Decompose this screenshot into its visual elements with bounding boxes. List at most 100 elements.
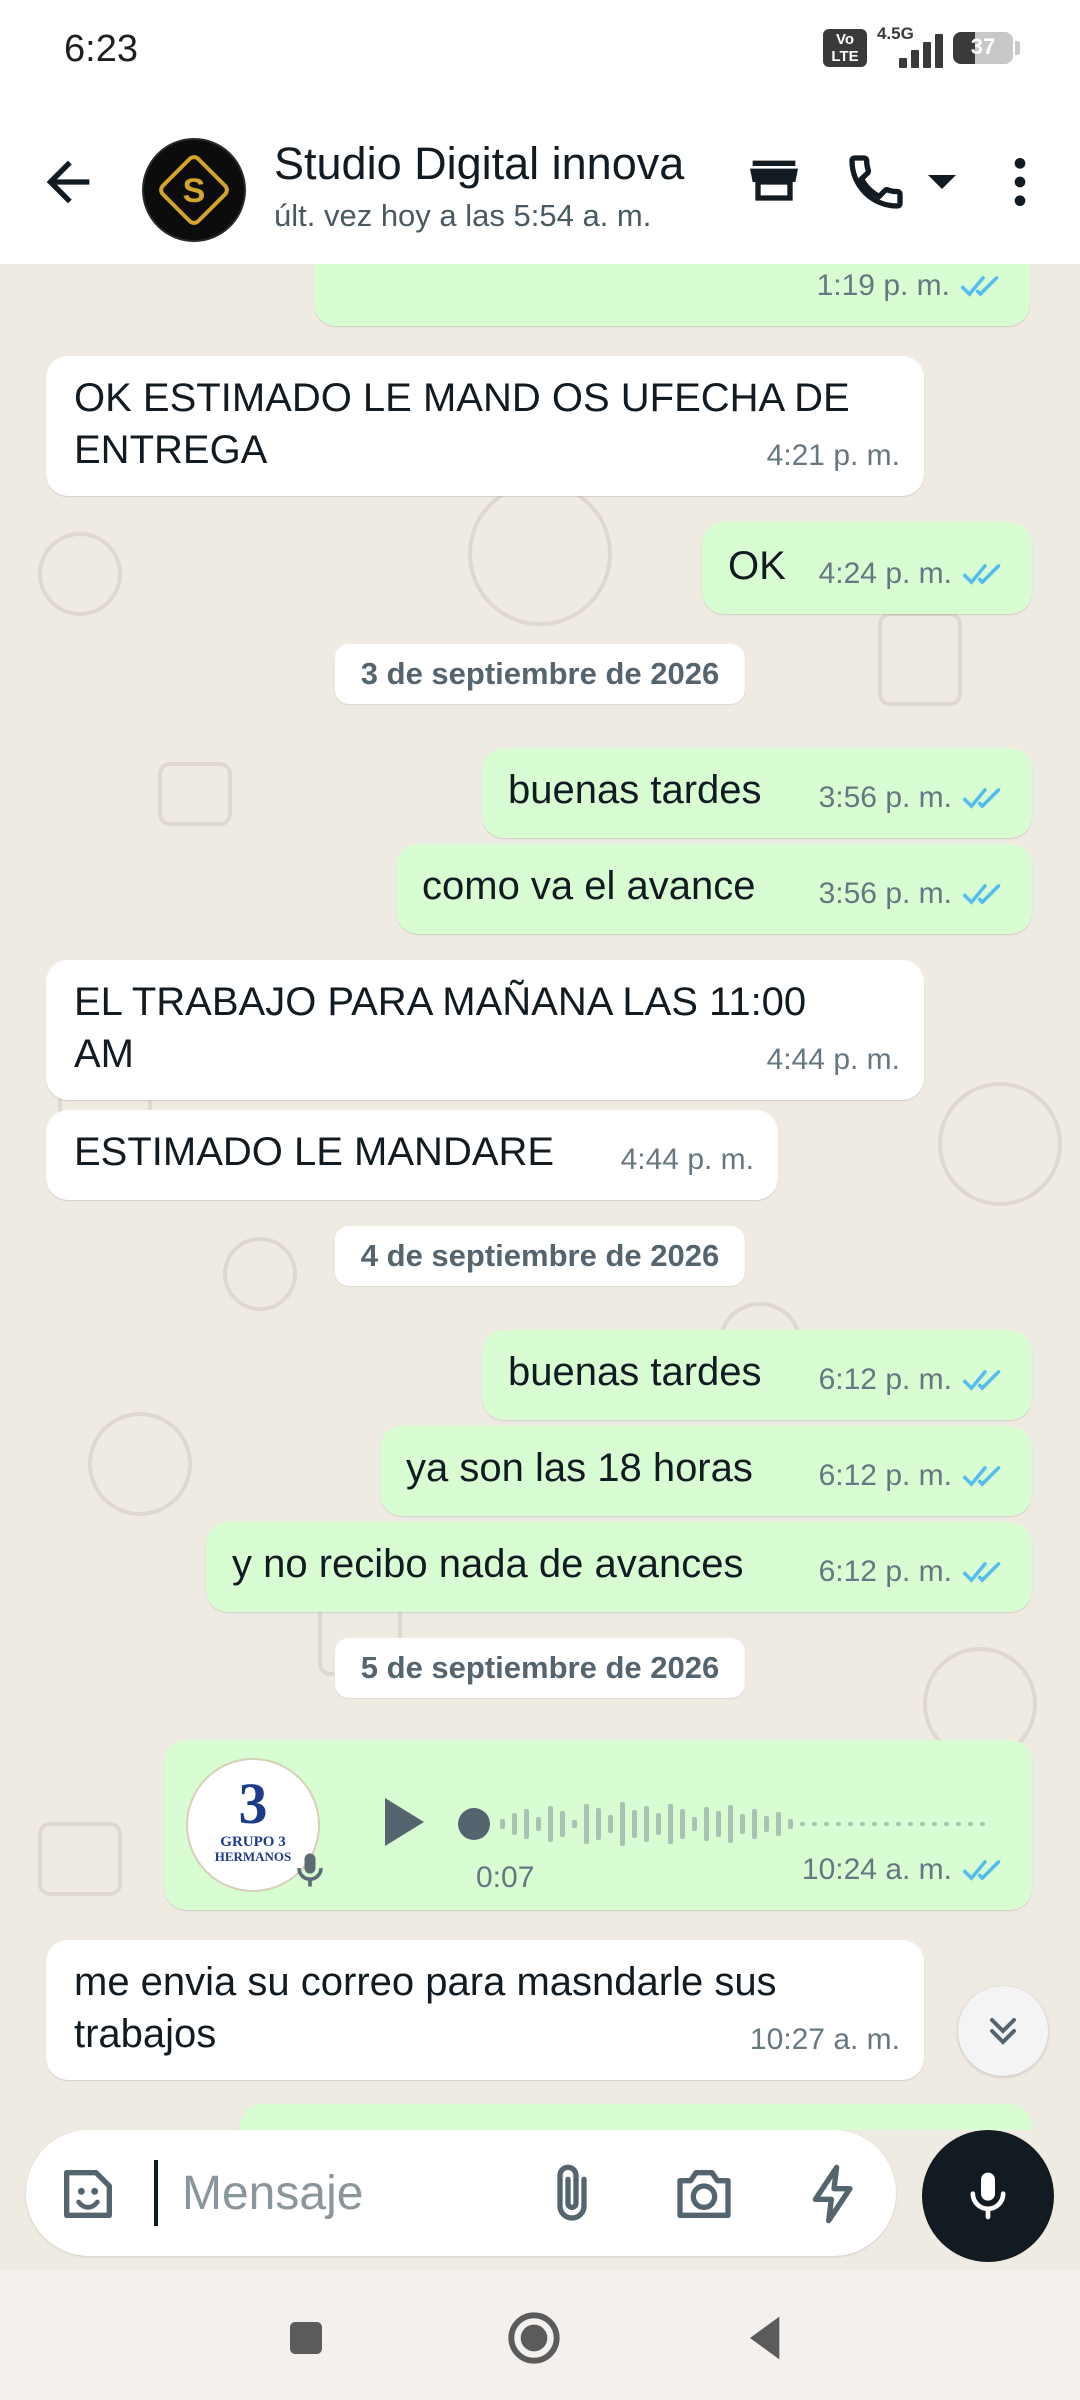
double-check-icon <box>962 1562 1001 1583</box>
waveform-bar <box>800 1822 805 1826</box>
message-incoming[interactable]: me envia su correo para masndarle sus tr… <box>46 1940 924 2080</box>
message-text: EL TRABAJO PARA MAÑANA LAS 11:00 <box>74 980 807 1024</box>
waveform-bar <box>716 1811 721 1837</box>
voice-record-button[interactable] <box>922 2130 1054 2262</box>
message-meta: 6:12 p. m. <box>819 1546 1008 1598</box>
message-outgoing[interactable]: como va el avance 3:56 p. m. <box>396 844 1032 934</box>
waveform-bar <box>728 1805 733 1843</box>
message-input-container[interactable] <box>26 2130 896 2256</box>
message-text: OK ESTIMADO LE MAND OS UFECHA DE <box>74 376 850 420</box>
scroll-to-bottom-button[interactable] <box>958 1986 1048 2076</box>
message-time: 6:12 p. m. <box>818 1363 952 1396</box>
waveform-bar <box>884 1822 889 1826</box>
waveform-bar <box>944 1822 949 1826</box>
waveform-bar <box>596 1808 601 1840</box>
message-outgoing[interactable]: buenas tardes 3:56 p. m. <box>482 748 1032 838</box>
waveform-bar <box>836 1822 841 1826</box>
message-time: 1:19 p. m. <box>816 269 950 302</box>
phone-icon[interactable] <box>844 150 908 214</box>
message-outgoing[interactable]: buenas tardes 6:12 p. m. <box>482 1330 1032 1420</box>
waveform-bar <box>644 1806 649 1842</box>
chevron-double-down-icon <box>989 2017 1017 2045</box>
waveform-bar <box>512 1813 517 1835</box>
waveform-bar <box>536 1817 541 1831</box>
message-outgoing[interactable]: OK 4:24 p. m. <box>702 522 1032 614</box>
signal-icon: 4.5G <box>877 24 943 68</box>
message-meta: 4:24 p. m. <box>819 548 1008 600</box>
status-time: 6:23 <box>64 28 138 70</box>
message-meta: 6:12 p. m. <box>819 1354 1008 1406</box>
nav-recents-icon[interactable] <box>274 2306 338 2370</box>
message-meta: 4:21 p. m. <box>767 430 900 482</box>
battery-level: 37 <box>970 34 996 59</box>
battery-tip <box>1015 41 1020 55</box>
message-text-line2: AM <box>74 1032 134 1076</box>
double-check-icon <box>962 788 1001 809</box>
waveform-bar <box>896 1822 901 1826</box>
message-text-line2: ENTREGA <box>74 428 268 472</box>
waveform-bar <box>980 1822 985 1826</box>
message-incoming[interactable]: EL TRABAJO PARA MAÑANA LAS 11:00 AM 4:44… <box>46 960 924 1100</box>
chat-area[interactable]: 1:19 p. m. OK ESTIMADO LE MAND OS UFECHA… <box>0 264 1080 2130</box>
waveform-bar <box>500 1819 505 1829</box>
message-time: 10:27 a. m. <box>749 2023 900 2056</box>
message-outgoing[interactable]: y no recibo nada de avances 6:12 p. m. <box>206 1522 1032 1612</box>
message-incoming[interactable]: ESTIMADO LE MANDARE 4:44 p. m. <box>46 1110 778 1200</box>
system-nav-bar <box>0 2270 1080 2400</box>
message-text: ESTIMADO LE MANDARE <box>74 1130 555 1174</box>
attach-icon[interactable] <box>540 2162 604 2226</box>
waveform-bar <box>764 1816 769 1832</box>
message-outgoing[interactable]: 1:19 p. m. <box>314 264 1030 326</box>
message-input[interactable] <box>154 2158 562 2228</box>
message-text: como va el avance <box>422 864 756 908</box>
waveform-bar <box>872 1822 877 1826</box>
last-seen-status: últ. vez hoy a las 5:54 a. m. <box>274 198 652 233</box>
waveform-bar <box>848 1822 853 1826</box>
back-arrow-icon[interactable] <box>36 150 100 214</box>
avatar-letter: S <box>183 172 206 210</box>
message-text: buenas tardes <box>508 1350 762 1394</box>
message-outgoing-partial[interactable] <box>240 2104 1032 2130</box>
volte-icon: Vo LTE <box>823 29 867 67</box>
sticker-icon[interactable] <box>56 2162 120 2226</box>
message-text: ya son las 18 horas <box>406 1446 753 1490</box>
message-meta: 3:56 p. m. <box>819 868 1008 920</box>
camera-icon[interactable] <box>672 2162 736 2226</box>
play-icon[interactable] <box>364 1786 436 1858</box>
lightning-icon[interactable] <box>802 2162 866 2226</box>
waveform-bar <box>656 1813 661 1835</box>
chat-header: S Studio Digital innova últ. vez hoy a l… <box>0 100 1080 264</box>
voice-message[interactable]: 3 GRUPO 3 HERMANOS 0:07 10:24 a. m. <box>164 1740 1032 1910</box>
double-check-icon <box>962 1466 1001 1487</box>
message-meta: 1:19 p. m. <box>817 264 1006 312</box>
contact-name[interactable]: Studio Digital innova <box>274 138 684 190</box>
message-outgoing[interactable]: ya son las 18 horas 6:12 p. m. <box>380 1426 1032 1516</box>
more-vert-icon[interactable] <box>988 150 1052 214</box>
waveform-bar <box>740 1814 745 1834</box>
status-bar: 6:23 Vo LTE 4.5G 37 <box>0 0 1080 100</box>
message-time: 4:44 p. m. <box>620 1143 754 1176</box>
double-check-icon <box>962 884 1001 905</box>
message-text: buenas tardes <box>508 768 762 812</box>
waveform-bar <box>524 1809 529 1839</box>
contact-avatar[interactable]: S <box>142 138 246 242</box>
waveform-bar <box>560 1811 565 1837</box>
waveform-bar <box>788 1819 793 1829</box>
message-text: OK <box>728 544 786 588</box>
store-icon[interactable] <box>742 150 806 214</box>
message-text-line2: trabajos <box>74 2012 217 2056</box>
waveform-bar <box>668 1804 673 1844</box>
double-check-icon <box>962 1370 1001 1391</box>
double-check-icon <box>960 276 999 297</box>
message-time: 3:56 p. m. <box>818 877 952 910</box>
waveform-bar <box>860 1822 865 1826</box>
mic-icon <box>970 2172 1006 2220</box>
dropdown-icon[interactable] <box>914 150 970 214</box>
nav-home-icon[interactable] <box>502 2306 566 2370</box>
nav-back-icon[interactable] <box>734 2306 798 2370</box>
battery-icon: 37 <box>953 32 1013 64</box>
message-incoming[interactable]: OK ESTIMADO LE MAND OS UFECHA DE ENTREGA… <box>46 356 924 496</box>
message-meta: 4:44 p. m. <box>767 1034 900 1086</box>
message-meta: 4:44 p. m. <box>621 1134 754 1186</box>
studio-logo-icon: S <box>159 155 229 225</box>
